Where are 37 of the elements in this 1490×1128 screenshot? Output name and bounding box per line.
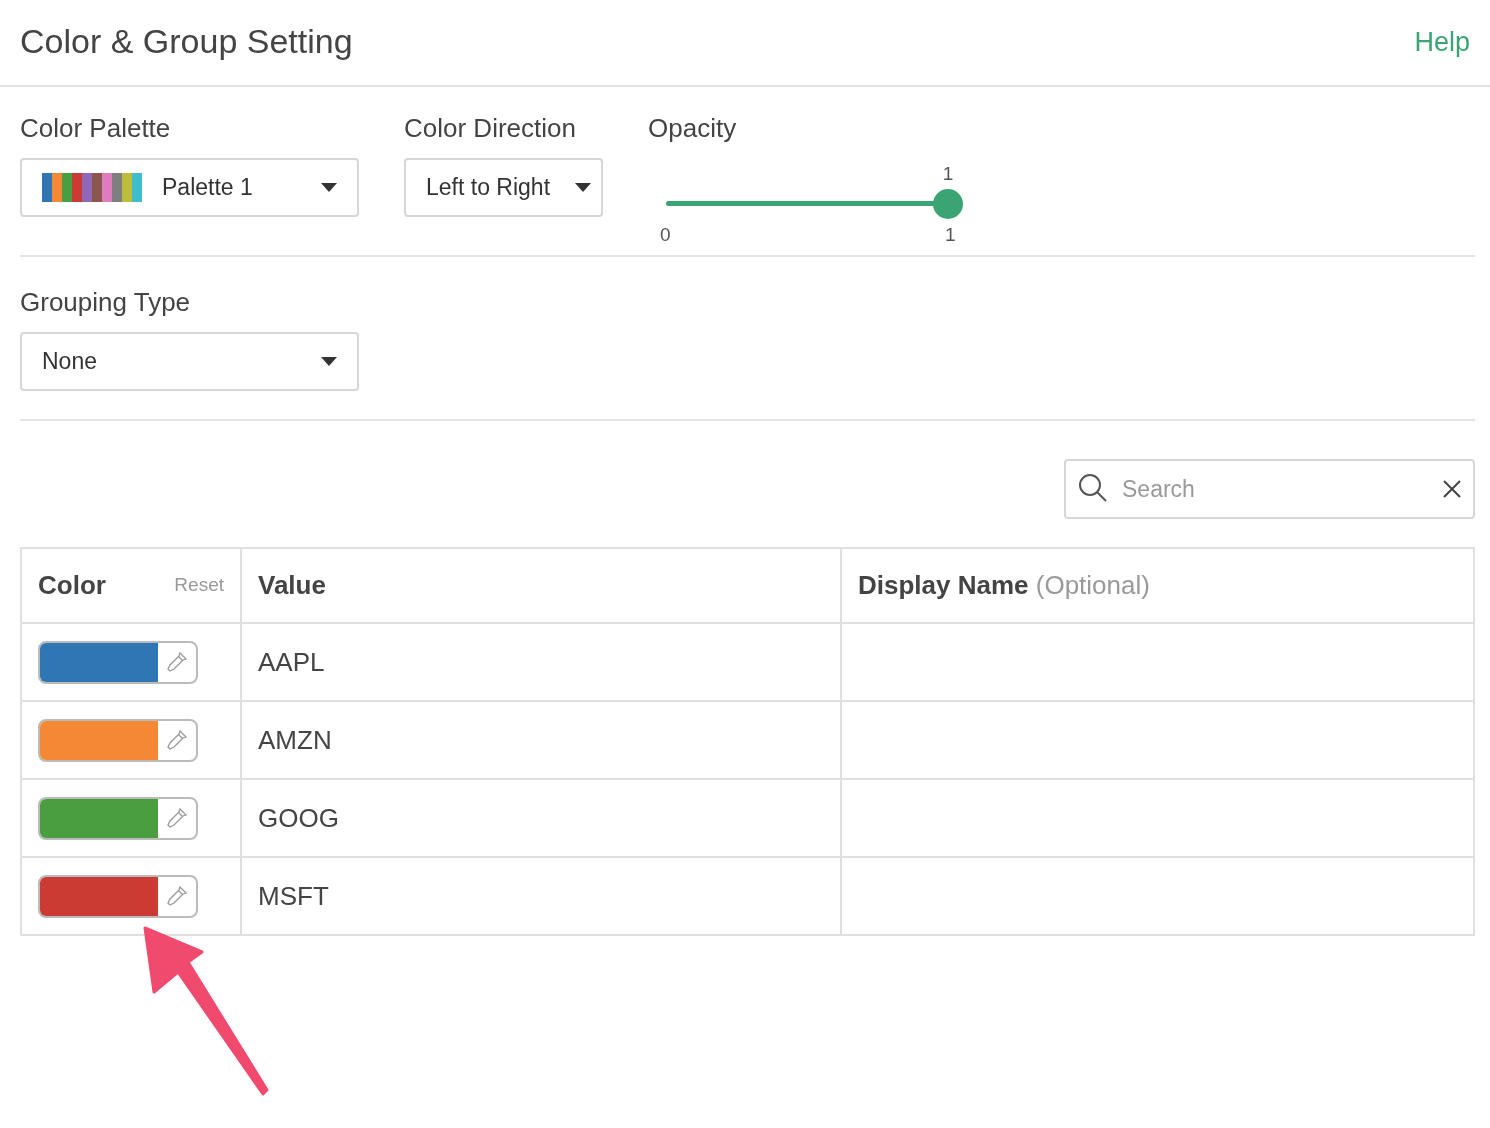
dialog-title: Color & Group Setting — [20, 21, 353, 62]
value-text: GOOG — [258, 802, 339, 833]
close-icon[interactable] — [1443, 480, 1461, 498]
field-label: Grouping Type — [20, 286, 192, 319]
color-picker[interactable] — [38, 640, 198, 684]
direction-dropdown[interactable]: Left to Right — [404, 158, 603, 217]
field-label: Color Direction — [404, 112, 577, 145]
caret-icon — [575, 183, 591, 192]
value-text: MSFT — [258, 880, 329, 911]
value-text: AAPL — [258, 646, 325, 677]
color-swatch[interactable] — [40, 798, 158, 838]
eyedropper-icon[interactable] — [165, 650, 189, 674]
eyedropper-icon[interactable] — [165, 884, 189, 908]
slider-thumb[interactable] — [933, 189, 963, 219]
slider-max-label: 1 — [945, 223, 956, 247]
slider-min-label: 0 — [660, 223, 671, 247]
color-picker[interactable] — [38, 874, 198, 918]
color-swatch[interactable] — [40, 720, 158, 760]
caret-icon — [321, 183, 337, 192]
column-header: Display Name (Optional) — [858, 569, 1150, 602]
eyedropper-icon[interactable] — [165, 728, 189, 752]
grouping-type-dropdown[interactable]: None — [20, 332, 359, 391]
slider-value-label: 1 — [942, 162, 954, 186]
eyedropper-icon[interactable] — [165, 806, 189, 830]
field-label: Color Palette — [20, 112, 172, 145]
color-swatch[interactable] — [40, 642, 158, 682]
value-text: AMZN — [258, 724, 332, 755]
column-header: Color — [38, 569, 106, 602]
search-icon — [1078, 473, 1108, 503]
field-label: Opacity — [648, 112, 738, 145]
column-header: Value — [258, 569, 326, 602]
caret-icon — [321, 357, 337, 366]
color-picker[interactable] — [38, 718, 198, 762]
palette-dropdown[interactable]: Palette 1 — [20, 158, 359, 217]
color-swatch[interactable] — [40, 876, 158, 916]
color-picker[interactable] — [38, 796, 198, 840]
search-field[interactable]: Search — [1064, 459, 1475, 519]
